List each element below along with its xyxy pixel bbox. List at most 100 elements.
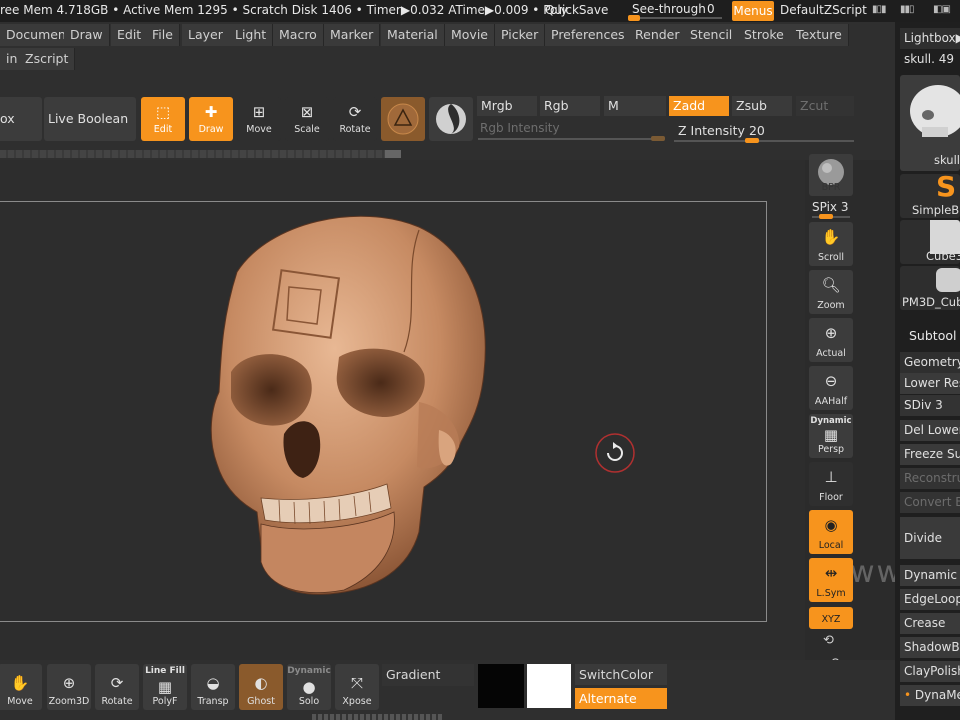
- floor-button[interactable]: ⊥ Floor: [809, 462, 853, 506]
- material-button[interactable]: [381, 97, 425, 141]
- rotate-view-button[interactable]: ⟳ Rotate: [95, 664, 139, 710]
- pm3d-icon: [936, 268, 960, 292]
- menu-edit[interactable]: Edit: [111, 24, 149, 46]
- live-boolean-button[interactable]: Live Boolean: [44, 97, 136, 141]
- dynamesh-button[interactable]: • DynaMesh: [900, 685, 960, 706]
- switchcolor-button[interactable]: SwitchColor: [575, 664, 667, 685]
- rgb-intensity-slider[interactable]: [478, 138, 664, 140]
- spix-control[interactable]: SPix 3: [812, 200, 849, 214]
- edgeloop-button[interactable]: EdgeLoop: [900, 589, 960, 610]
- rotate-button[interactable]: ⟳ Rotate: [333, 97, 377, 141]
- move-view-button[interactable]: ✋ Move: [0, 664, 42, 710]
- menu-preferences[interactable]: Preferences: [545, 24, 632, 46]
- divide-button[interactable]: Divide: [900, 517, 960, 559]
- lsym-button[interactable]: ⇹ L.Sym: [809, 558, 853, 602]
- claypolish-button[interactable]: ClayPolish: [900, 661, 960, 682]
- xpose-button[interactable]: ⤧ Xpose: [335, 664, 379, 710]
- menu-picker[interactable]: Picker: [495, 24, 546, 46]
- palette-toggle-icon[interactable]: ▮▮▯: [900, 4, 922, 18]
- alternate-button[interactable]: Alternate: [575, 688, 667, 709]
- draw-label: Draw: [198, 124, 224, 135]
- scroll-button[interactable]: ✋ Scroll: [809, 222, 853, 266]
- actual-button[interactable]: ⊕ Actual: [809, 318, 853, 362]
- menu-stencil[interactable]: Stencil: [684, 24, 740, 46]
- lower-res-button[interactable]: Lower Res: [900, 373, 960, 394]
- zadd-button[interactable]: Zadd: [669, 96, 729, 116]
- xyz-button[interactable]: XYZ: [809, 607, 853, 629]
- menu-movie[interactable]: Movie: [445, 24, 495, 46]
- window-layout-icon[interactable]: ◧▣: [933, 4, 955, 18]
- seethrough-track[interactable]: [630, 17, 722, 19]
- menu-macro[interactable]: Macro: [273, 24, 324, 46]
- zcut-button[interactable]: Zcut: [796, 96, 854, 116]
- solo-button[interactable]: Dynamic ● Solo: [287, 664, 331, 710]
- main-color-swatch[interactable]: [478, 664, 524, 708]
- menu-file[interactable]: File: [146, 24, 180, 46]
- rgb-intensity-knob[interactable]: [651, 136, 665, 141]
- move-button[interactable]: ⊞ Move: [237, 97, 281, 141]
- menu-zscript[interactable]: Zscript: [19, 48, 76, 70]
- ghost-button[interactable]: ◐ Ghost: [239, 664, 283, 710]
- z-intensity-knob[interactable]: [745, 138, 759, 143]
- rgb-button[interactable]: Rgb: [540, 96, 600, 116]
- tool-thumb-pm3d[interactable]: PM3D_Cub: [900, 266, 960, 310]
- aahalf-button[interactable]: ⊖ AAHalf: [809, 366, 853, 410]
- zoom-button[interactable]: 🔍︎ Zoom: [809, 270, 853, 314]
- menu-render[interactable]: Render: [629, 24, 687, 46]
- lightbox-button[interactable]: Lightbox▶: [900, 28, 960, 49]
- menu-marker[interactable]: Marker: [324, 24, 381, 46]
- dynamic-subdiv-button[interactable]: Dynamic S: [900, 565, 960, 586]
- z-intensity-slider[interactable]: [674, 140, 854, 142]
- canvas-scroll-handle[interactable]: [385, 150, 401, 158]
- menu-stroke[interactable]: Stroke: [738, 24, 791, 46]
- del-lower-button[interactable]: Del Lower: [900, 420, 960, 441]
- mrgb-button[interactable]: Mrgb: [477, 96, 537, 116]
- subtool-header[interactable]: Subtool: [909, 328, 956, 343]
- box-button[interactable]: ox: [0, 97, 42, 141]
- geometry-header[interactable]: Geometry: [900, 352, 960, 373]
- crease-button[interactable]: Crease: [900, 613, 960, 634]
- shadowbox-button[interactable]: ShadowBo: [900, 637, 960, 658]
- canvas-scroll-strip[interactable]: [0, 150, 400, 158]
- zsub-button[interactable]: Zsub: [732, 96, 792, 116]
- tool-thumb-simplebrush[interactable]: S SimpleBr: [900, 174, 960, 218]
- rotate-y-icon[interactable]: ⟲: [823, 633, 834, 648]
- tool-thumb-cube[interactable]: Cube3: [900, 220, 960, 264]
- menu-layer[interactable]: Layer: [182, 24, 230, 46]
- convert-bpr-button[interactable]: Convert B: [900, 492, 960, 513]
- edit-button[interactable]: ⬚ Edit: [141, 97, 185, 141]
- m-button[interactable]: M: [604, 96, 666, 116]
- sdiv-slider[interactable]: SDiv 3: [900, 395, 960, 416]
- menu-draw[interactable]: Draw: [64, 24, 110, 46]
- freeze-subdiv-button[interactable]: Freeze Su: [900, 444, 960, 465]
- reconstruct-subdiv-button[interactable]: Reconstru: [900, 468, 960, 489]
- spix-knob[interactable]: [819, 214, 833, 219]
- persp-button[interactable]: Dynamic ▦ Persp: [809, 414, 853, 458]
- secondary-color-swatch[interactable]: [527, 664, 571, 708]
- scale-button[interactable]: ⊠ Scale: [285, 97, 329, 141]
- rotate-view-icon: ⟳: [110, 674, 124, 692]
- texture-button[interactable]: [429, 97, 473, 141]
- bottom-scroll-strip[interactable]: [312, 714, 442, 720]
- menus-button[interactable]: Menus: [732, 1, 774, 21]
- draw-button[interactable]: ✚ Draw: [189, 97, 233, 141]
- quicksave-button[interactable]: QuickSave: [545, 3, 608, 17]
- current-tool-label: skull. 49: [904, 52, 955, 66]
- seethrough-knob[interactable]: [628, 15, 640, 21]
- memory-status-text: ree Mem 4.718GB • Active Mem 1295 • Scra…: [0, 3, 568, 17]
- tool-thumb-skull[interactable]: skull: [900, 75, 960, 171]
- right-panel: Lightbox▶ skull. 49 skull S SimpleBr Cub…: [895, 22, 960, 720]
- menu-material[interactable]: Material: [381, 24, 445, 46]
- transp-button[interactable]: ◒ Transp: [191, 664, 235, 710]
- polyf-button[interactable]: Line Fill ▦ PolyF: [143, 664, 187, 710]
- layout-toggle-icon[interactable]: ▮▯▮: [872, 4, 894, 18]
- default-zscript-button[interactable]: DefaultZScript: [780, 3, 867, 17]
- menu-light[interactable]: Light: [229, 24, 274, 46]
- local-button[interactable]: ◉ Local: [809, 510, 853, 554]
- zoom3d-button[interactable]: ⊕ Zoom3D: [47, 664, 91, 710]
- bpr-button[interactable]: BPR: [809, 154, 853, 196]
- seethrough-slider[interactable]: See-through 0: [624, 1, 724, 21]
- gradient-button[interactable]: Gradient: [382, 664, 474, 686]
- menu-texture[interactable]: Texture: [790, 24, 849, 46]
- document-canvas[interactable]: [0, 201, 767, 622]
